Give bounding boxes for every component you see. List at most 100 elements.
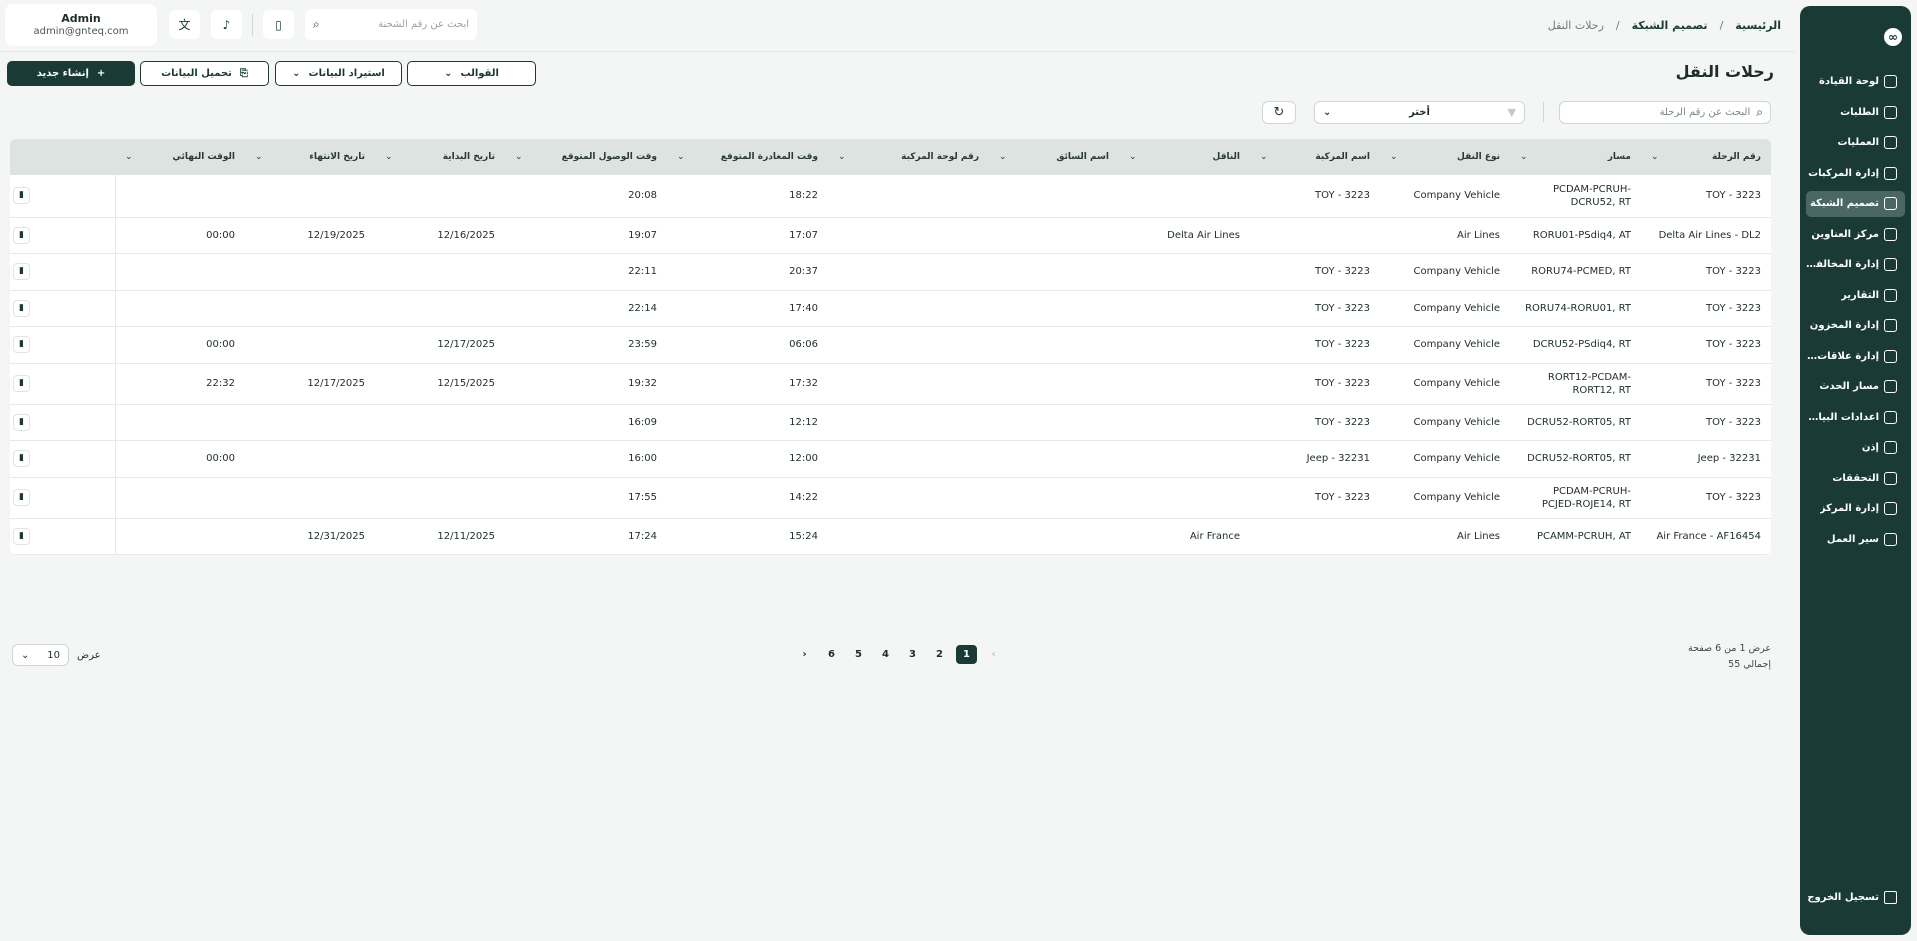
sidebar-item-network[interactable]: تصميم الشبكة — [1806, 191, 1905, 217]
table-cell — [828, 363, 989, 405]
import-data-dropdown[interactable]: استيراد البيانات ⌄ — [275, 61, 402, 86]
notifications-button[interactable]: ♪ — [211, 10, 242, 39]
sort-chevron-icon[interactable]: ⌄ — [1260, 152, 1268, 162]
sidebar-item-database[interactable]: اعدادات البيانات... — [1806, 405, 1905, 431]
page-size-select[interactable]: ⌄ 10 — [12, 644, 69, 666]
table-row[interactable]: Jeep - 32231 DCRU52-RORT05, RT Company Veh… — [10, 440, 1771, 478]
sort-chevron-icon[interactable]: ⌄ — [1129, 152, 1137, 162]
table-cell — [989, 363, 1119, 405]
sidebar-item-operations[interactable]: العمليات — [1806, 130, 1905, 156]
page-button-1[interactable]: 1 — [956, 645, 977, 664]
sidebar-item-truck[interactable]: إدارة المركبات — [1806, 161, 1905, 187]
table-row[interactable]: TOY - 3223 RORU74-RORU01, RT Company Vehic… — [10, 290, 1771, 327]
table-row[interactable]: TOY - 3223 PCDAM-PCRUH-DCRU52, RT Company … — [10, 175, 1771, 218]
table-cell: DCRU52-RORT05, RT — [1510, 440, 1641, 478]
table-row[interactable]: TOY - 3223 RORU74-PCMED, RT Company Vehicl… — [10, 253, 1771, 291]
trip-search-input[interactable] — [1567, 107, 1751, 118]
sort-chevron-icon[interactable]: ⌄ — [255, 152, 263, 162]
sidebar-item-crm[interactable]: إدارة علاقات العملاء — [1806, 344, 1905, 370]
column-header[interactable]: اسم السائق ⌄ — [989, 139, 1119, 175]
delete-icon[interactable]: ▮ — [13, 450, 30, 467]
breadcrumb-home[interactable]: الرئيسية — [1735, 19, 1781, 32]
delete-icon[interactable]: ▮ — [13, 375, 30, 392]
table-cell — [1119, 290, 1250, 327]
delete-icon[interactable]: ▮ — [13, 226, 30, 244]
sidebar-item-tools[interactable]: التحققات — [1806, 466, 1905, 492]
column-header[interactable]: نوع النقل ⌄ — [1380, 139, 1510, 175]
table-cell: PCDAM-PCRUH-PCJED-ROJE14, RT — [1510, 477, 1641, 519]
delete-icon[interactable]: ▮ — [13, 413, 30, 431]
sort-chevron-icon[interactable]: ⌄ — [999, 152, 1007, 162]
sort-chevron-icon[interactable]: ⌄ — [1390, 152, 1398, 162]
sidebar-item-orders[interactable]: الطلبات — [1806, 100, 1905, 126]
breadcrumb-network-design[interactable]: تصميم الشبكة — [1632, 19, 1708, 32]
column-header[interactable]: مسار ⌄ — [1510, 139, 1641, 175]
sidebar-item-reports[interactable]: التقارير — [1806, 283, 1905, 309]
column-header[interactable]: اسم المركبة ⌄ — [1250, 139, 1380, 175]
table-cell — [989, 477, 1119, 519]
delete-icon[interactable]: ▮ — [13, 299, 30, 317]
sort-chevron-icon[interactable]: ⌄ — [838, 152, 846, 162]
sidebar-item-user[interactable]: إذن — [1806, 435, 1905, 461]
download-data-button[interactable]: ⎘ تحميل البيانات — [140, 61, 269, 86]
sort-chevron-icon[interactable]: ⌄ — [1651, 152, 1659, 162]
sort-chevron-icon[interactable]: ⌄ — [385, 152, 393, 162]
table-row[interactable]: TOY - 3223 DCRU52-RORT05, RT Company Vehic… — [10, 404, 1771, 441]
table-cell: RORU01-PSdiq4, AT — [1510, 217, 1641, 254]
column-header-label: تاريخ الانتهاء — [309, 152, 365, 162]
delete-icon[interactable]: ▮ — [13, 263, 30, 280]
table-row[interactable]: TOY - 3223 DCRU52-PSdiq4, RT Company Vehic… — [10, 326, 1771, 364]
table-row[interactable]: Delta Air Lines - DL2 RORU01-PSdiq4, AT Ai… — [10, 217, 1771, 254]
delete-icon[interactable]: ▮ — [13, 489, 30, 506]
table-cell — [989, 326, 1119, 364]
page-button-5[interactable]: 5 — [848, 645, 869, 664]
templates-dropdown[interactable]: القوالب ⌄ — [407, 61, 536, 86]
create-new-button[interactable]: + إنشاء جديد — [7, 61, 135, 86]
bookmark-button[interactable]: ▯ — [263, 10, 294, 39]
column-header[interactable]: الوقت النهائي ⌄ — [115, 139, 245, 175]
logout-button[interactable]: تسجيل الخروج — [1806, 885, 1905, 911]
column-header[interactable]: وقت الوصول المتوقع ⌄ — [505, 139, 667, 175]
table-cell: TOY - 3223 — [1250, 290, 1380, 327]
filter-select[interactable]: ▼ أختر ⌄ — [1314, 101, 1525, 124]
table-row[interactable]: TOY - 3223 RORT12-PCDAM-RORT12, RT Company… — [10, 363, 1771, 405]
sidebar-item-workflow[interactable]: سير العمل — [1806, 527, 1905, 553]
column-header[interactable]: تاريخ الانتهاء ⌄ — [245, 139, 375, 175]
user-card[interactable]: Admin admin@gnteq.com — [5, 4, 157, 46]
column-header[interactable]: الناقل ⌄ — [1119, 139, 1250, 175]
sidebar-item-location[interactable]: مركز العناوين — [1806, 222, 1905, 248]
sidebar-item-route[interactable]: مسار الحدث — [1806, 374, 1905, 400]
sidebar-item-hub[interactable]: إدارة المركز — [1806, 496, 1905, 522]
sort-chevron-icon[interactable]: ⌄ — [1520, 152, 1528, 162]
language-button[interactable]: 文 — [169, 10, 200, 39]
sidebar-item-dashboard[interactable]: لوحة القيادة — [1806, 69, 1905, 95]
sidebar-item-label: إدارة المخالفات — [1806, 259, 1879, 271]
page-button-6[interactable]: 6 — [821, 645, 842, 664]
delete-icon[interactable]: ▮ — [13, 336, 30, 353]
page-button-3[interactable]: 3 — [902, 645, 923, 664]
page-button-4[interactable]: 4 — [875, 645, 896, 664]
page-size-value: 10 — [47, 649, 60, 661]
table-row[interactable]: TOY - 3223 PCDAM-PCRUH-PCJED-ROJE14, RT Co… — [10, 477, 1771, 519]
delete-icon[interactable]: ▮ — [13, 187, 30, 205]
page-button-2[interactable]: 2 — [929, 645, 950, 664]
column-header[interactable]: رقم لوحة المركبة ⌄ — [828, 139, 989, 175]
chevron-down-icon: ⌄ — [444, 68, 453, 79]
prev-page-button[interactable]: ‹ — [983, 645, 1004, 664]
sort-chevron-icon[interactable]: ⌄ — [125, 152, 133, 162]
sidebar: ∞ لوحة القيادة الطلبات العمليات إدارة المرك… — [1800, 6, 1911, 935]
refresh-button[interactable]: ↻ — [1262, 101, 1296, 124]
sort-chevron-icon[interactable]: ⌄ — [677, 152, 685, 162]
column-header[interactable]: وقت المغادرة المتوقع ⌄ — [667, 139, 828, 175]
sidebar-item-inventory[interactable]: إدارة المخزون — [1806, 313, 1905, 339]
sort-chevron-icon[interactable]: ⌄ — [515, 152, 523, 162]
column-header-label: رقم الرحلة — [1712, 152, 1761, 162]
next-page-button[interactable]: › — [794, 645, 815, 664]
table-cell — [989, 518, 1119, 555]
table-row[interactable]: Air France - AF16454 PCAMM-PCRUH, AT Air L… — [10, 518, 1771, 555]
column-header[interactable]: رقم الرحلة ⌄ — [1641, 139, 1771, 175]
delete-icon[interactable]: ▮ — [13, 527, 30, 545]
column-header[interactable]: تاريخ البداية ⌄ — [375, 139, 505, 175]
sidebar-item-violations[interactable]: إدارة المخالفات — [1806, 252, 1905, 278]
shipment-search-input[interactable] — [325, 19, 469, 30]
